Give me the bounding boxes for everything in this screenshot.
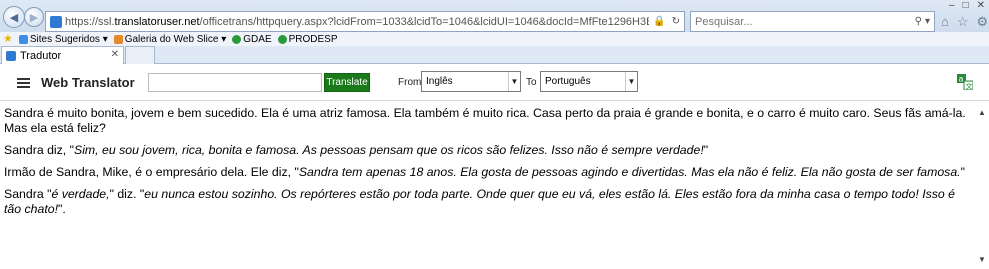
favorites-item-label: Galeria do Web Slice ▾	[124, 33, 227, 45]
url-host: translatoruser.net	[114, 15, 200, 28]
tab-favicon-icon	[6, 50, 16, 61]
web-slice-icon	[113, 34, 123, 44]
svg-text:文: 文	[966, 82, 973, 91]
browser-search-input[interactable]	[691, 15, 915, 28]
language-switch-icon[interactable]: a 文	[957, 74, 973, 90]
minimize-icon[interactable]: –	[949, 0, 955, 11]
favorites-item-galeria[interactable]: Galeria do Web Slice ▾	[113, 33, 227, 45]
chevron-down-icon[interactable]: ▼	[625, 72, 637, 91]
favorites-add-star-icon[interactable]: ★	[3, 33, 13, 44]
from-label: From	[398, 77, 422, 88]
browser-search-bar[interactable]: ⚲ ▾	[690, 11, 935, 32]
quote-text: Sandra tem apenas 18 anos. Ela gosta de …	[298, 165, 961, 179]
globe-icon	[232, 34, 242, 44]
maximize-icon[interactable]: □	[963, 0, 969, 11]
paragraph: Sandra diz, "Sim, eu sou jovem, rica, bo…	[4, 143, 972, 158]
address-bar[interactable]: https://ssl.translatoruser.net/officetra…	[45, 11, 685, 32]
arrow-right-icon: ▶	[29, 11, 39, 24]
translate-button[interactable]: Translate	[324, 73, 370, 92]
close-window-icon[interactable]: ✕	[977, 0, 985, 11]
paragraph: Irmão de Sandra, Mike, é o empresário de…	[4, 165, 972, 180]
favorites-item-gdae[interactable]: GDAE	[232, 33, 272, 45]
paragraph-text: "	[703, 143, 709, 157]
favorites-item-prodesp[interactable]: PRODESP	[277, 33, 338, 45]
paragraph-text: Sandra diz, "	[4, 143, 74, 157]
translated-content: Sandra é muito bonita, jovem e bem suced…	[4, 106, 972, 224]
to-language-value: Português	[545, 76, 591, 87]
quote-text: Sim, eu sou jovem, rica, bonita e famosa…	[74, 143, 704, 157]
home-icon[interactable]: ⌂	[941, 14, 949, 30]
from-language-value: Inglês	[426, 76, 453, 87]
globe-icon	[277, 34, 287, 44]
from-language-select[interactable]: Inglês ▼	[421, 71, 521, 92]
refresh-icon[interactable]: ↻	[672, 16, 680, 27]
paragraph: Sandra "é verdade," diz. "eu nunca estou…	[4, 187, 972, 217]
scroll-down-icon[interactable]: ▼	[978, 255, 986, 264]
browser-toolbar: ◀ ▶ https://ssl.translatoruser.net/offic…	[0, 0, 989, 32]
favorites-star-icon[interactable]: ☆	[957, 14, 969, 30]
favorites-item-label: Sites Sugeridos ▾	[29, 33, 108, 45]
paragraph-text: Sandra é muito bonita, jovem e bem suced…	[4, 106, 966, 135]
sites-icon	[18, 34, 28, 44]
to-label: To	[526, 77, 537, 88]
chevron-down-icon[interactable]: ▼	[508, 72, 520, 91]
paragraph-text: " diz. "	[109, 187, 145, 201]
tab-title: Tradutor	[20, 49, 62, 62]
site-favicon-icon	[50, 15, 62, 28]
arrow-left-icon: ◀	[9, 11, 19, 24]
to-language-select[interactable]: Português ▼	[540, 71, 638, 92]
search-icon[interactable]: ⚲	[915, 16, 922, 27]
tab-tradutor[interactable]: Tradutor ✕	[1, 46, 124, 64]
paragraph-text: Irmão de Sandra, Mike, é o empresário de…	[4, 165, 299, 179]
app-header: Web Translator Translate From Inglês ▼ T…	[0, 65, 989, 101]
back-button[interactable]: ◀	[3, 6, 25, 28]
favorites-item-label: GDAE	[243, 33, 272, 45]
favorites-item-sites-sugeridos[interactable]: Sites Sugeridos ▾	[18, 33, 108, 45]
paragraph: Sandra é muito bonita, jovem e bem suced…	[4, 106, 972, 136]
paragraph-text: ".	[58, 202, 66, 216]
chevron-down-icon[interactable]: ▾	[925, 16, 930, 27]
scroll-up-icon[interactable]: ▲	[978, 108, 986, 117]
hamburger-menu-icon[interactable]	[17, 78, 30, 88]
gear-icon[interactable]: ⚙	[977, 14, 989, 30]
favorites-item-label: PRODESP	[288, 33, 338, 45]
url-prefix: https://ssl.	[65, 15, 115, 28]
close-tab-icon[interactable]: ✕	[111, 49, 119, 60]
app-title: Web Translator	[41, 75, 135, 90]
favorites-bar: ★ Sites Sugeridos ▾ Galeria do Web Slice…	[0, 32, 989, 46]
tab-strip: Tradutor ✕	[0, 46, 989, 64]
address-url[interactable]: https://ssl.translatoruser.net/officetra…	[65, 16, 649, 28]
paragraph-text: "	[960, 165, 965, 179]
quote-text: é verdade,	[51, 187, 110, 201]
lock-icon[interactable]: 🔒	[653, 16, 665, 27]
translate-text-input[interactable]	[148, 73, 322, 92]
svg-text:a: a	[959, 75, 964, 84]
forward-button[interactable]: ▶	[24, 7, 44, 27]
new-tab-button[interactable]	[125, 46, 155, 64]
url-path: /officetrans/httpquery.aspx?lcidFrom=103…	[199, 15, 650, 28]
paragraph-text: Sandra "	[4, 187, 52, 201]
quote-text: eu nunca estou sozinho. Os repórteres es…	[4, 187, 955, 216]
